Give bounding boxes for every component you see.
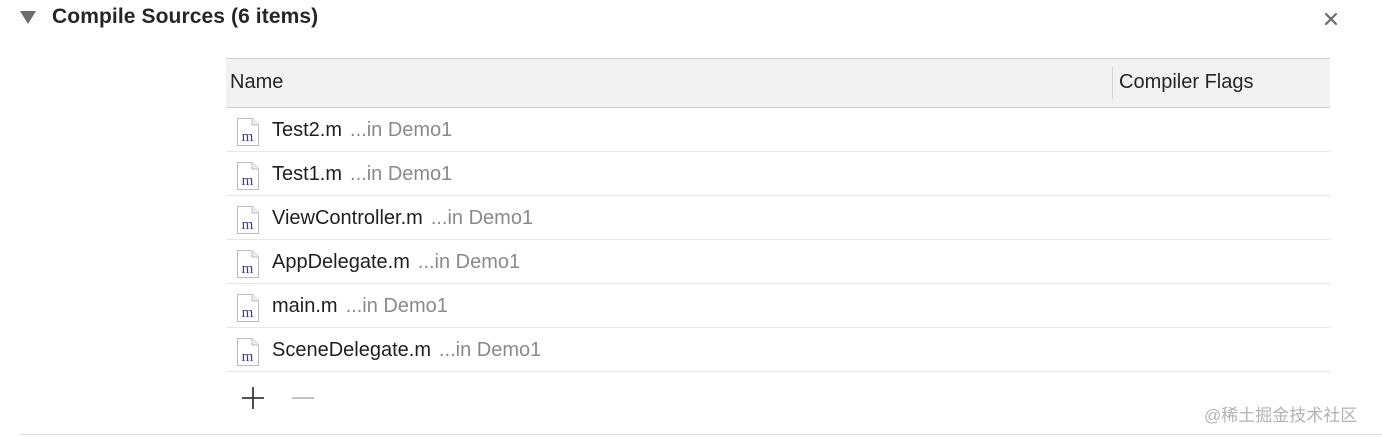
file-location: ...in Demo1 (350, 163, 453, 185)
file-name: SceneDelegate.m ...in Demo1 (272, 339, 541, 362)
table-row[interactable]: m Test1.m ...in Demo1 (226, 152, 1330, 196)
file-name-text: SceneDelegate.m (272, 339, 431, 361)
file-location: ...in Demo1 (430, 207, 534, 229)
column-header-compiler-flags[interactable]: Compiler Flags (1119, 71, 1253, 94)
table-row[interactable]: m AppDelegate.m ...in Demo1 (226, 240, 1330, 284)
file-name: Test2.m ...in Demo1 (272, 119, 452, 142)
objc-source-file-icon: m (236, 293, 260, 323)
svg-text:m: m (242, 349, 254, 365)
minus-icon (292, 397, 314, 399)
table-body: m Test2.m ...in Demo1 m Test1.m ...in Demo1 m V… (226, 108, 1330, 372)
file-name-text: ViewController.m (272, 207, 423, 229)
file-name: Test1.m ...in Demo1 (272, 163, 452, 186)
table-row[interactable]: m main.m ...in Demo1 (226, 284, 1330, 328)
column-divider[interactable] (1112, 67, 1113, 99)
file-location: ...in Demo1 (350, 119, 453, 141)
file-name-text: AppDelegate.m (272, 251, 410, 273)
objc-source-file-icon: m (236, 117, 260, 147)
section-divider (20, 434, 1382, 435)
plus-icon (242, 387, 264, 409)
watermark: @稀土掘金技术社区 (1204, 406, 1358, 425)
file-name: AppDelegate.m ...in Demo1 (272, 251, 520, 274)
table-row[interactable]: m ViewController.m ...in Demo1 (226, 196, 1330, 240)
file-name: ViewController.m ...in Demo1 (272, 207, 533, 230)
svg-text:m: m (242, 129, 254, 145)
file-location: ...in Demo1 (417, 251, 521, 273)
add-button[interactable] (240, 385, 266, 411)
column-header-name[interactable]: Name (230, 71, 283, 94)
compile-sources-header: Compile Sources (6 items) (0, 0, 1382, 40)
objc-source-file-icon: m (236, 205, 260, 235)
svg-text:m: m (242, 217, 254, 233)
svg-text:m: m (242, 173, 254, 189)
table-row[interactable]: m Test2.m ...in Demo1 (226, 108, 1330, 152)
disclosure-triangle-icon[interactable] (20, 11, 36, 24)
file-name-text: main.m (272, 295, 338, 317)
svg-text:m: m (242, 305, 254, 321)
file-name-text: Test1.m (272, 163, 343, 185)
compile-sources-table: Name Compiler Flags m Test2.m ...in Demo1 m… (226, 58, 1330, 372)
objc-source-file-icon: m (236, 249, 260, 279)
build-phases-panel: Compile Sources (6 items) Name Compiler … (0, 0, 1382, 438)
file-location: ...in Demo1 (438, 339, 542, 361)
table-header: Name Compiler Flags (226, 58, 1330, 108)
close-icon[interactable] (1320, 8, 1342, 30)
objc-source-file-icon: m (236, 337, 260, 367)
objc-source-file-icon: m (236, 161, 260, 191)
remove-button[interactable] (290, 385, 316, 411)
file-name-text: Test2.m (272, 119, 343, 141)
file-name: main.m ...in Demo1 (272, 295, 448, 318)
file-location: ...in Demo1 (345, 295, 448, 317)
section-title: Compile Sources (6 items) (52, 5, 319, 28)
table-row[interactable]: m SceneDelegate.m ...in Demo1 (226, 328, 1330, 372)
svg-text:m: m (242, 261, 254, 277)
